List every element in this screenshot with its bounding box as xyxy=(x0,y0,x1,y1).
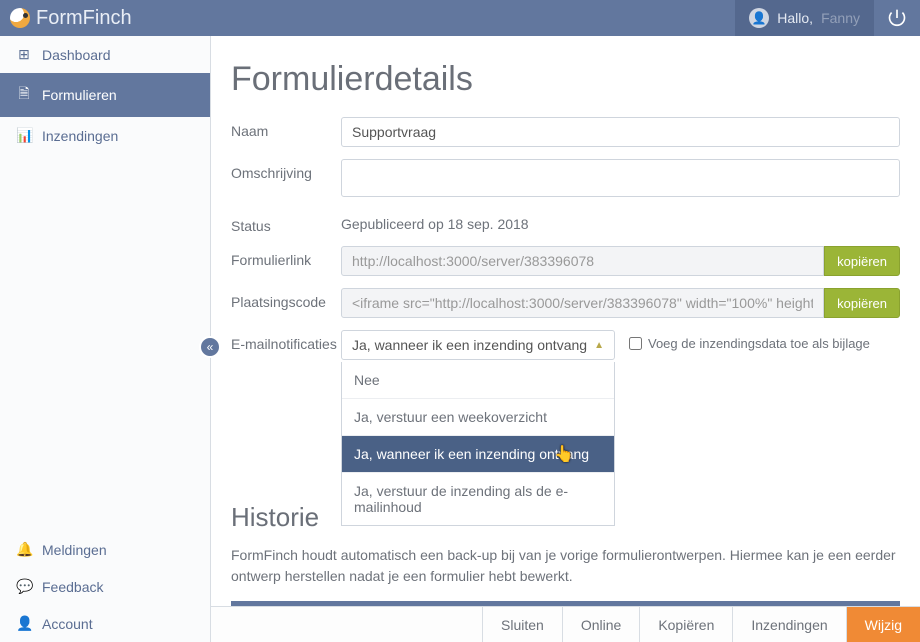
sidebar-item-dashboard[interactable]: ⊞ Dashboard xyxy=(0,36,210,73)
sidebar-item-label: Dashboard xyxy=(42,47,111,63)
plaatsingscode-input[interactable] xyxy=(341,288,824,318)
online-button[interactable]: Online xyxy=(562,607,639,642)
user-greeting: Hallo, xyxy=(777,10,813,26)
sluiten-button[interactable]: Sluiten xyxy=(482,607,562,642)
speech-icon: 💬 xyxy=(16,578,32,595)
brand[interactable]: FormFinch xyxy=(0,7,132,30)
email-option-emailinhoud[interactable]: Ja, verstuur de inzending als de e-maili… xyxy=(342,473,614,525)
bottom-action-bar: Sluiten Online Kopiëren Inzendingen Wijz… xyxy=(211,606,920,642)
plaatsingscode-label: Plaatsingscode xyxy=(231,288,341,310)
power-icon xyxy=(887,8,907,28)
historie-desc: FormFinch houdt automatisch een back-up … xyxy=(231,545,900,587)
emailnotificaties-dropdown: Nee Ja, verstuur een weekoverzicht Ja, w… xyxy=(341,362,615,526)
omschrijving-input[interactable] xyxy=(341,159,900,197)
sidebar-item-inzendingen[interactable]: 📊 Inzendingen xyxy=(0,117,210,154)
status-label: Status xyxy=(231,212,341,234)
user-name: Fanny xyxy=(821,10,860,26)
bell-icon: 🔔 xyxy=(16,541,32,558)
sidebar-item-feedback[interactable]: 💬 Feedback xyxy=(0,568,210,605)
attachment-checkbox-label[interactable]: Voeg de inzendingsdata toe als bijlage xyxy=(629,330,870,351)
user-menu[interactable]: 👤 Hallo, Fanny xyxy=(735,0,874,36)
attachment-label-text: Voeg de inzendingsdata toe als bijlage xyxy=(648,336,870,351)
copy-link-button[interactable]: kopiëren xyxy=(824,246,900,276)
caret-up-icon: ▲ xyxy=(594,340,604,351)
copy-embed-button[interactable]: kopiëren xyxy=(824,288,900,318)
sidebar-item-label: Feedback xyxy=(42,579,103,595)
user-icon: 👤 xyxy=(16,615,32,632)
formulierlink-label: Formulierlink xyxy=(231,246,341,268)
submissions-icon: 📊 xyxy=(16,127,32,144)
sidebar-item-label: Account xyxy=(42,616,93,632)
emailnotificaties-select[interactable]: Ja, wanneer ik een inzending ontvang ▲ xyxy=(341,330,615,360)
sidebar-item-label: Formulieren xyxy=(42,87,117,103)
emailnotificaties-label: E-mailnotificaties xyxy=(231,330,341,352)
status-value: Gepubliceerd op 18 sep. 2018 xyxy=(341,212,900,232)
naam-label: Naam xyxy=(231,117,341,139)
logout-button[interactable] xyxy=(874,0,920,36)
sidebar: ⊞ Dashboard 🗎 Formulieren 📊 Inzendingen … xyxy=(0,36,211,642)
inzendingen-button[interactable]: Inzendingen xyxy=(732,607,845,642)
dashboard-icon: ⊞ xyxy=(16,46,32,63)
sidebar-item-label: Inzendingen xyxy=(42,128,118,144)
omschrijving-label: Omschrijving xyxy=(231,159,341,181)
topbar: FormFinch 👤 Hallo, Fanny xyxy=(0,0,920,36)
select-value: Ja, wanneer ik een inzending ontvang xyxy=(352,337,587,353)
avatar-icon: 👤 xyxy=(749,8,769,28)
wijzig-button[interactable]: Wijzig xyxy=(846,607,920,642)
email-option-nee[interactable]: Nee xyxy=(342,362,614,399)
attachment-checkbox[interactable] xyxy=(629,337,642,350)
sidebar-item-account[interactable]: 👤 Account xyxy=(0,605,210,642)
brand-logo-icon xyxy=(10,8,30,28)
formulierlink-input[interactable] xyxy=(341,246,824,276)
sidebar-item-label: Meldingen xyxy=(42,542,107,558)
email-option-inzending-ontvang[interactable]: Ja, wanneer ik een inzending ontvang 👆 xyxy=(342,436,614,473)
kopieren-button[interactable]: Kopiëren xyxy=(639,607,732,642)
sidebar-item-meldingen[interactable]: 🔔 Meldingen xyxy=(0,531,210,568)
page-title: Formulierdetails xyxy=(231,60,900,99)
cursor-hand-icon: 👆 xyxy=(554,444,574,464)
main-content: Formulierdetails Naam Omschrijving Statu… xyxy=(211,36,920,642)
brand-name: FormFinch xyxy=(36,7,132,30)
email-option-weekoverzicht[interactable]: Ja, verstuur een weekoverzicht xyxy=(342,399,614,436)
sidebar-item-formulieren[interactable]: 🗎 Formulieren xyxy=(0,73,210,117)
forms-icon: 🗎 xyxy=(16,83,32,107)
naam-input[interactable] xyxy=(341,117,900,147)
